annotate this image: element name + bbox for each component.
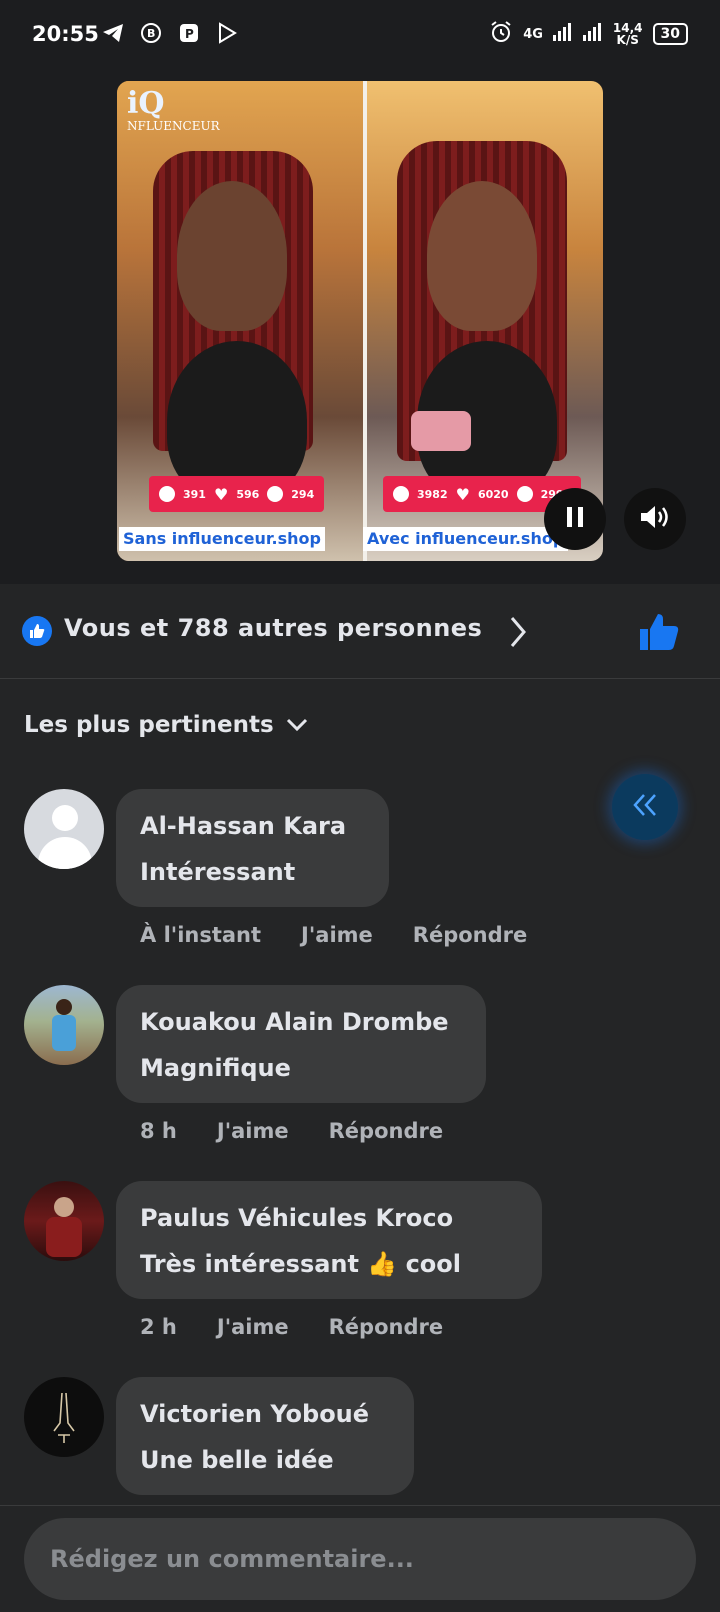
p-icon: P — [176, 20, 202, 46]
influenceur-logo: iQ NFLUENCEUR — [127, 86, 220, 134]
right-stat-likes: 6020 — [477, 487, 509, 501]
double-chevron-left-icon — [632, 790, 658, 825]
comment-bubble[interactable]: Al-Hassan Kara Intéressant — [116, 789, 389, 907]
comment-text: Magnifique — [140, 1054, 291, 1082]
avatar[interactable] — [24, 1181, 104, 1261]
avatar[interactable] — [24, 789, 104, 869]
signal-icon — [552, 23, 573, 45]
sort-dropdown[interactable]: Les plus pertinents — [24, 712, 308, 738]
comment-author[interactable]: Victorien Yoboué — [140, 1391, 390, 1437]
comment-bubble[interactable]: Victorien Yoboué Une belle idée — [116, 1377, 414, 1495]
comment-time: À l'instant — [140, 923, 262, 947]
reply-link[interactable]: Répondre — [329, 1315, 443, 1339]
comment-bubble[interactable]: Paulus Véhicules Kroco Très intéressant … — [116, 1181, 542, 1299]
like-link[interactable]: J'aime — [301, 923, 373, 947]
comment-actions: À l'instant J'aime Répondre — [140, 923, 527, 947]
pause-button[interactable] — [544, 488, 606, 550]
status-right-icons: 4G 14,4 K/S 30 — [489, 20, 688, 48]
comment-text: Intéressant — [140, 858, 296, 886]
logo-text: NFLUENCEUR — [127, 119, 220, 133]
left-stat-comments: 391 — [183, 487, 206, 501]
comment-author[interactable]: Al-Hassan Kara — [140, 803, 365, 849]
heart-icon: ♥ — [455, 484, 470, 504]
status-bar: 20:55 B P 4G 14,4 K/S 30 — [0, 0, 720, 72]
avatar[interactable] — [24, 1377, 104, 1457]
reply-link[interactable]: Répondre — [329, 1119, 443, 1143]
like-button[interactable] — [638, 612, 680, 656]
right-caption: Avec influenceur.shop — [363, 527, 569, 551]
left-stat-card: 391 ♥ 596 294 — [149, 476, 325, 512]
battery-level: 30 — [660, 26, 680, 42]
play-store-icon — [214, 20, 240, 46]
comment-composer — [0, 1505, 720, 1612]
video-player[interactable]: iQ NFLUENCEUR 391 ♥ 596 294 3982 ♥ 6020 … — [117, 81, 603, 561]
comment-text: Très intéressant 👍 cool — [140, 1250, 462, 1278]
like-link[interactable]: J'aime — [217, 1119, 289, 1143]
left-caption: Sans influenceur.shop — [119, 527, 325, 551]
volume-icon — [639, 503, 671, 535]
comment-time: 8 h — [140, 1119, 177, 1143]
alarm-icon — [489, 20, 513, 48]
comment-input[interactable] — [24, 1518, 696, 1600]
comment-text: Une belle idée — [140, 1446, 334, 1474]
reactions-summary[interactable]: Vous et 788 autres personnes — [64, 614, 482, 642]
comment-actions: 8 h J'aime Répondre — [140, 1119, 443, 1143]
comment-icon — [267, 486, 284, 502]
reactions-row[interactable]: Vous et 788 autres personnes — [0, 584, 720, 679]
battery-icon: 30 — [652, 23, 688, 45]
status-left-icons: B P — [100, 20, 240, 46]
reply-link[interactable]: Répondre — [413, 923, 527, 947]
collapse-button[interactable] — [612, 774, 678, 840]
video-area: iQ NFLUENCEUR 391 ♥ 596 294 3982 ♥ 6020 … — [0, 72, 720, 584]
signal-icon — [582, 23, 603, 45]
network-speed: 14,4 K/S — [613, 22, 643, 46]
comment-bubble[interactable]: Kouakou Alain Drombe Magnifique — [116, 985, 486, 1103]
comment-icon — [159, 486, 175, 502]
chevron-right-icon[interactable] — [508, 616, 528, 652]
volume-button[interactable] — [624, 488, 686, 550]
comment-icon — [393, 486, 409, 502]
avatar[interactable] — [24, 985, 104, 1065]
like-link[interactable]: J'aime — [217, 1315, 289, 1339]
comment-time: 2 h — [140, 1315, 177, 1339]
right-stat-comments: 3982 — [417, 487, 448, 501]
sort-label: Les plus pertinents — [24, 712, 274, 738]
chevron-down-icon — [286, 712, 308, 738]
comment-author[interactable]: Kouakou Alain Drombe — [140, 999, 462, 1045]
left-stat-likes: 596 — [236, 487, 260, 501]
status-time: 20:55 — [32, 22, 99, 46]
speed-unit: K/S — [616, 33, 639, 47]
like-reaction-icon — [22, 616, 52, 646]
b-icon: B — [138, 20, 164, 46]
svg-text:B: B — [147, 27, 155, 40]
left-stat-shares: 294 — [291, 487, 315, 501]
svg-text:P: P — [185, 27, 194, 41]
telegram-icon — [100, 20, 126, 46]
heart-icon: ♥ — [213, 484, 229, 504]
pause-icon — [565, 506, 585, 532]
comment-author[interactable]: Paulus Véhicules Kroco — [140, 1195, 518, 1241]
comment-icon — [516, 486, 533, 502]
network-type: 4G — [523, 26, 543, 42]
praying-hands-icon — [53, 1392, 75, 1443]
comment-actions: 2 h J'aime Répondre — [140, 1315, 443, 1339]
